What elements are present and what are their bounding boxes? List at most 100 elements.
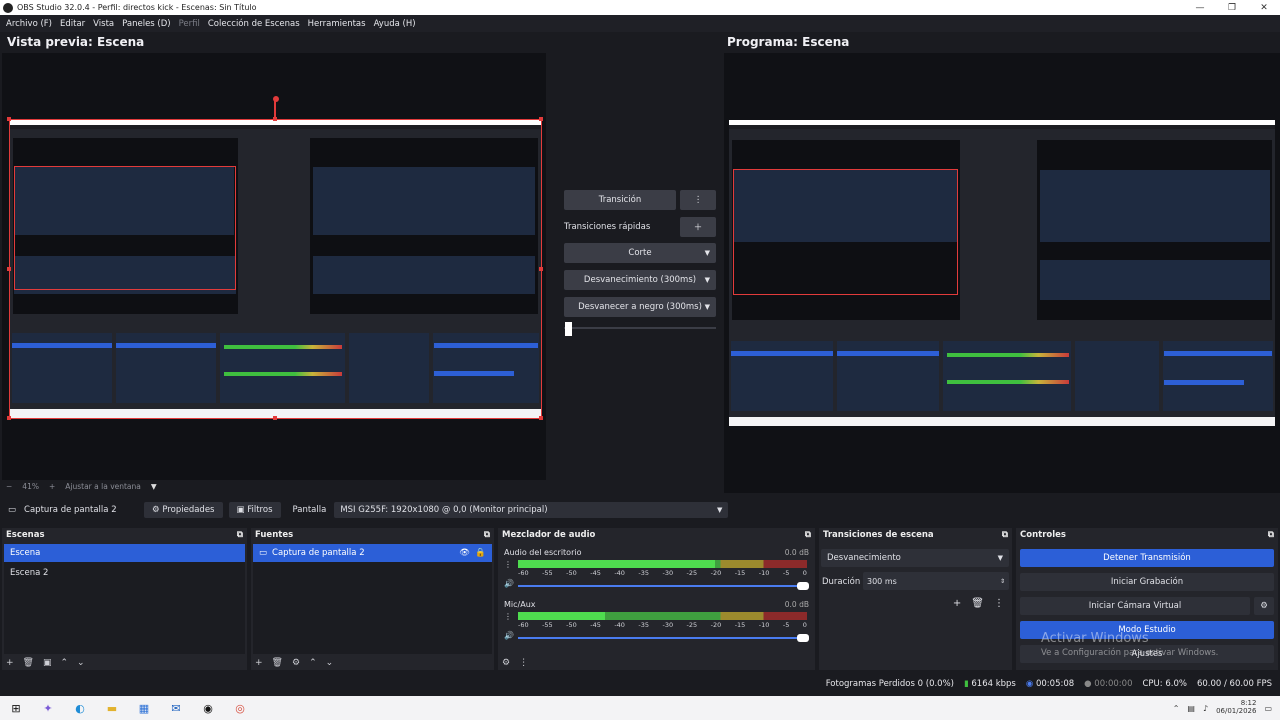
notification-icon[interactable]: ▭ xyxy=(1264,704,1272,713)
move-down-icon[interactable]: ⌄ xyxy=(326,658,334,668)
resize-handle-t[interactable] xyxy=(273,117,277,121)
source-toolbar: ▭ Captura de pantalla 2 ⚙ Propiedades ▣ … xyxy=(0,500,730,520)
menu-view[interactable]: Vista xyxy=(93,19,114,29)
quick-transition-fade[interactable]: Desvanecimiento (300ms) ▼ xyxy=(564,270,716,290)
trash-icon[interactable]: 🗑 xyxy=(971,598,984,609)
transition-button[interactable]: Transición xyxy=(564,190,676,210)
display-select[interactable]: MSI G255F: 1920x1080 @ 0,0 (Monitor prin… xyxy=(334,502,729,518)
quick-transition-fade-black[interactable]: Desvanecer a negro (300ms) ▼ xyxy=(564,297,716,317)
source-item[interactable]: ▭ Captura de pantalla 2 👁 🔒 xyxy=(253,544,492,562)
resize-handle-br[interactable] xyxy=(539,416,543,420)
menu-file[interactable]: Archivo (F) xyxy=(6,19,52,29)
volume-icon[interactable]: ♪ xyxy=(1203,704,1208,713)
resize-handle-l[interactable] xyxy=(7,267,11,271)
resize-handle-b[interactable] xyxy=(273,416,277,420)
gear-icon[interactable]: ⚙ xyxy=(292,658,300,668)
chrome-icon[interactable]: ◎ xyxy=(230,698,250,718)
virtual-camera-settings-button[interactable]: ⚙ xyxy=(1254,597,1274,615)
dock-undock-icon[interactable]: ⧉ xyxy=(1002,530,1008,540)
cpu-usage: CPU: 6.0% xyxy=(1142,679,1187,689)
trash-icon[interactable]: 🗑 xyxy=(23,658,34,668)
dock-undock-icon[interactable]: ⧉ xyxy=(484,530,490,540)
start-recording-button[interactable]: Iniciar Grabación xyxy=(1020,573,1274,591)
network-icon[interactable]: ▤ xyxy=(1187,704,1195,713)
kebab-menu-icon: ⋮ xyxy=(693,195,703,205)
stop-streaming-button[interactable]: Detener Transmisión xyxy=(1020,549,1274,567)
menu-profile[interactable]: Perfil xyxy=(179,19,200,29)
menu-scene-collection[interactable]: Colección de Escenas xyxy=(208,19,300,29)
zoom-dropdown-icon[interactable]: ▼ xyxy=(151,482,157,491)
preview-canvas[interactable] xyxy=(2,53,546,480)
minimize-icon[interactable]: — xyxy=(1184,0,1216,15)
speaker-icon[interactable]: 🔊 xyxy=(504,579,514,588)
filters-button[interactable]: ▣ Filtros xyxy=(228,502,281,518)
fit-window-button[interactable]: Ajustar a la ventana xyxy=(65,482,141,491)
duration-input[interactable]: 300 ms ⇕ xyxy=(863,572,1009,590)
scene-item[interactable]: Escena 2 xyxy=(4,564,245,582)
kebab-menu-icon[interactable]: ⋮ xyxy=(519,658,528,668)
resize-handle-r[interactable] xyxy=(539,267,543,271)
filter-icon[interactable]: ▣ xyxy=(43,658,52,668)
channel-menu-icon[interactable]: ⋮ xyxy=(504,560,512,569)
resize-handle-tr[interactable] xyxy=(539,117,543,121)
dock-undock-icon[interactable]: ⧉ xyxy=(1268,530,1274,540)
advanced-audio-icon[interactable]: ⚙ xyxy=(502,658,510,668)
edge-icon[interactable]: ◐ xyxy=(70,698,90,718)
move-up-icon[interactable]: ⌃ xyxy=(309,658,317,668)
file-explorer-icon[interactable]: ▬ xyxy=(102,698,122,718)
transition-slider-handle[interactable] xyxy=(565,322,572,336)
stepper-icon[interactable]: ⇕ xyxy=(1000,578,1005,585)
add-icon[interactable]: + xyxy=(953,598,961,609)
scene-transitions-dock: Transiciones de escena ⧉ Desvanecimiento ▼… xyxy=(819,528,1012,670)
resize-handle-bl[interactable] xyxy=(7,416,11,420)
zoom-in-button[interactable]: + xyxy=(49,482,55,491)
properties-button[interactable]: ⚙ Propiedades xyxy=(144,502,223,518)
trash-icon[interactable]: 🗑 xyxy=(272,658,283,668)
meter-ticks: -60 -55 -50 -45 -40 -35 -30 -25 -20 -15 -10 -5 0 xyxy=(518,621,807,629)
meter-ticks: -60 -55 -50 -45 -40 -35 -30 -25 -20 -15 -10 -5 0 xyxy=(518,569,807,577)
scene-item[interactable]: Escena xyxy=(4,544,245,562)
record-time: 00:00:00 xyxy=(1094,679,1133,689)
add-quick-transition-button[interactable]: ＋ xyxy=(680,217,716,237)
menu-help[interactable]: Ayuda (H) xyxy=(374,19,416,29)
add-icon[interactable]: + xyxy=(6,658,14,668)
audio-mixer-dock: Mezclador de audio ⧉ Audio del escritorio… xyxy=(498,528,815,670)
transition-type-select[interactable]: Desvanecimiento ▼ xyxy=(821,549,1009,567)
tray-chevron-up-icon[interactable]: ⌃ xyxy=(1173,704,1180,713)
eye-icon[interactable]: 👁 xyxy=(459,548,470,558)
window-title: OBS Studio 32.0.4 - Perfil: directos kic… xyxy=(17,3,257,12)
lock-icon[interactable]: 🔒 xyxy=(475,548,486,558)
chevron-down-icon: ▼ xyxy=(704,276,710,284)
speaker-icon[interactable]: 🔊 xyxy=(504,631,514,640)
channel-menu-icon[interactable]: ⋮ xyxy=(504,612,512,621)
volume-slider[interactable] xyxy=(518,634,809,642)
windows-start-icon[interactable]: ⊞ xyxy=(6,698,26,718)
dock-undock-icon[interactable]: ⧉ xyxy=(237,530,243,540)
volume-slider[interactable] xyxy=(518,582,809,590)
zoom-out-button[interactable]: − xyxy=(6,482,12,491)
menu-edit[interactable]: Editar xyxy=(60,19,85,29)
move-down-icon[interactable]: ⌄ xyxy=(77,658,85,668)
start-virtual-camera-button[interactable]: Iniciar Cámara Virtual xyxy=(1020,597,1250,615)
dock-undock-icon[interactable]: ⧉ xyxy=(805,530,811,540)
transition-menu-button[interactable]: ⋮ xyxy=(680,190,716,210)
menu-docks[interactable]: Paneles (D) xyxy=(122,19,170,29)
obs-taskbar-icon[interactable]: ◉ xyxy=(198,698,218,718)
move-up-icon[interactable]: ⌃ xyxy=(61,658,69,668)
resize-handle-tl[interactable] xyxy=(7,117,11,121)
close-icon[interactable]: ✕ xyxy=(1248,0,1280,15)
maximize-icon[interactable]: ❐ xyxy=(1216,0,1248,15)
store-icon[interactable]: ▦ xyxy=(134,698,154,718)
quick-transitions-label: Transiciones rápidas xyxy=(564,222,651,232)
monitor-icon: ▭ xyxy=(8,505,17,515)
add-icon[interactable]: + xyxy=(255,658,263,668)
menu-tools[interactable]: Herramientas xyxy=(308,19,366,29)
quick-transition-cut[interactable]: Corte ▼ xyxy=(564,243,716,263)
gear-icon: ⚙ xyxy=(1260,601,1268,611)
transition-slider-track[interactable] xyxy=(564,327,716,329)
outlook-icon[interactable]: ✉ xyxy=(166,698,186,718)
kebab-menu-icon[interactable]: ⋮ xyxy=(994,598,1004,609)
copilot-icon[interactable]: ✦ xyxy=(38,698,58,718)
preview-selection-box[interactable] xyxy=(9,119,542,419)
preview-zoom-bar: − 41% + Ajustar a la ventana ▼ xyxy=(6,482,157,491)
